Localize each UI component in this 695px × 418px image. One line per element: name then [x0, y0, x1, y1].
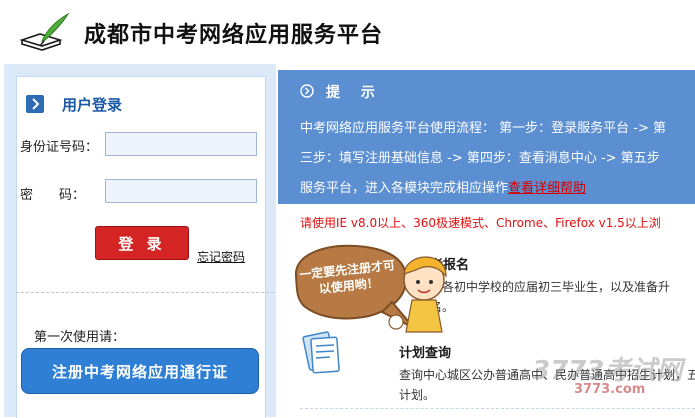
apply-section-desc-1: 内各初中学校的应届初三毕业生，以及准备升: [430, 280, 671, 294]
password-input[interactable]: [105, 179, 257, 203]
notice-title: 提 示: [326, 85, 383, 101]
site-title: 成都市中考网络应用服务平台: [84, 23, 384, 48]
password-label: 密 码：: [20, 188, 86, 203]
watermark-url: 3773.com: [574, 382, 646, 397]
login-title: 用户登录: [62, 96, 123, 114]
notice-line-3-text: 服务平台，进入各模块完成相应操作: [300, 181, 509, 196]
notice-line-3: 服务平台，进入各模块完成相应操作查看详细帮助: [300, 177, 586, 196]
section-divider: [300, 408, 695, 409]
arrow-right-icon: [26, 95, 44, 113]
register-button[interactable]: 注册中考网络应用通行证: [21, 348, 259, 394]
plan-section-desc-2: 计划。: [399, 388, 436, 402]
login-divider: [16, 292, 274, 293]
browser-warning-text: 请使用IE v8.0以上、360极速模式、Chrome、Firefox v1.5…: [300, 216, 661, 230]
id-number-label: 身份证号码：: [20, 140, 99, 155]
notice-line-2: 三步：填写注册基础信息 -> 第四步：查看消息中心 -> 第五步: [300, 151, 660, 166]
notice-line-1: 中考网络应用服务平台使用流程： 第一步：登录服务平台 -> 第: [300, 121, 666, 136]
login-button[interactable]: 登 录: [95, 226, 189, 260]
plan-section-title[interactable]: 计划查询: [399, 342, 451, 361]
forgot-password-link[interactable]: 忘记密码: [197, 248, 245, 265]
first-use-text: 第一次使用请：: [34, 330, 126, 345]
site-header: 成都市中考网络应用服务平台: [0, 0, 695, 64]
quill-pen-logo-icon: [19, 12, 70, 51]
help-link[interactable]: 查看详细帮助: [508, 181, 586, 196]
chevron-right-circle-icon: [300, 84, 314, 98]
id-number-input[interactable]: [105, 132, 257, 156]
